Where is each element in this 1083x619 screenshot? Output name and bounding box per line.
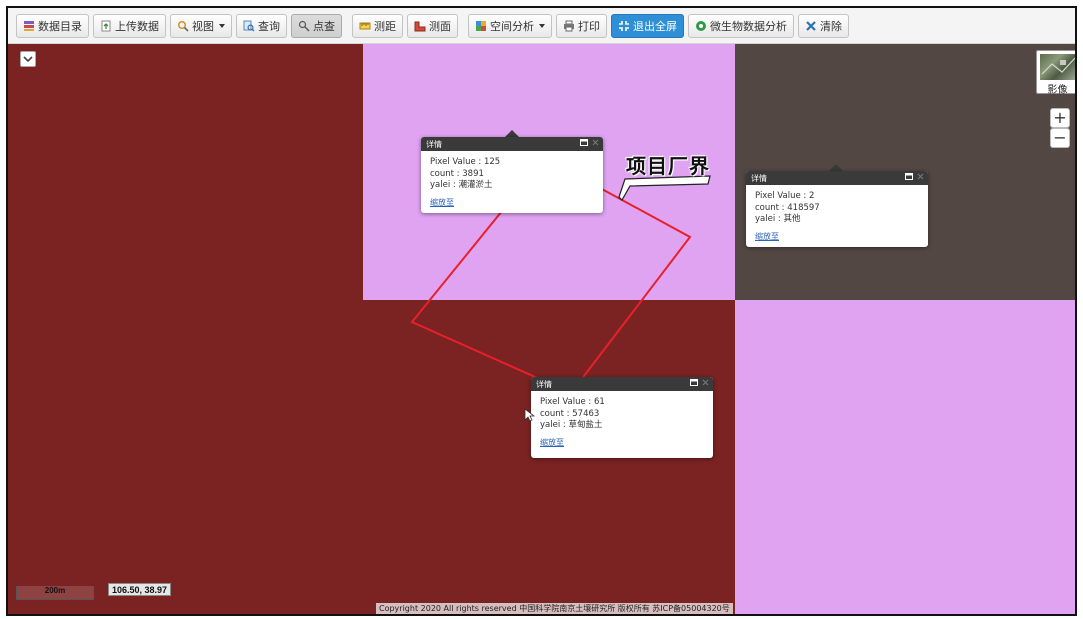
yalei-value: yalei : 潮灌淤土 <box>430 180 493 190</box>
chevron-down-icon <box>219 23 225 28</box>
popup-pointer <box>505 130 519 137</box>
exit-fullscreen-button[interactable]: 退出全屏 <box>611 13 684 38</box>
measure-area-label: 测面 <box>429 19 451 33</box>
yalei-value: yalei : 其他 <box>755 214 801 224</box>
maximize-icon[interactable] <box>690 379 698 386</box>
zoom-to-link[interactable]: 缩放至 <box>755 231 779 243</box>
clear-icon <box>805 20 817 32</box>
chevron-down-icon <box>539 23 545 28</box>
query-button[interactable]: 查询 <box>236 13 287 38</box>
point-query-button[interactable]: 点查 <box>291 13 342 38</box>
print-button[interactable]: 打印 <box>556 13 607 38</box>
info-popup: 详情 Pixel Value : 2 count : 418597 yalei … <box>746 171 928 247</box>
clear-button[interactable]: 清除 <box>798 13 849 38</box>
spatial-analysis-icon <box>475 20 487 32</box>
close-icon[interactable] <box>702 379 709 386</box>
popup-body: Pixel Value : 125 count : 3891 yalei : 潮… <box>421 151 603 215</box>
measure-distance-label: 测距 <box>374 19 396 33</box>
pixel-value: Pixel Value : 2 <box>755 191 815 201</box>
popup-header: 详情 <box>421 137 603 151</box>
close-icon[interactable] <box>592 139 599 146</box>
scale-label: 200m <box>44 586 66 595</box>
exit-fullscreen-icon <box>618 20 630 32</box>
coordinate-readout: 106.50, 38.97 <box>108 583 172 596</box>
zoom-out-button[interactable]: − <box>1050 128 1070 148</box>
maximize-icon[interactable] <box>580 139 588 146</box>
count-value: count : 418597 <box>755 202 820 213</box>
print-label: 打印 <box>578 19 600 33</box>
popup-body: Pixel Value : 61 count : 57463 yalei : 草… <box>531 391 713 455</box>
popup-title: 详情 <box>536 379 552 389</box>
pixel-value: Pixel Value : 61 <box>540 397 605 407</box>
popup-header: 详情 <box>531 377 713 391</box>
data-catalog-label: 数据目录 <box>38 19 82 33</box>
close-icon[interactable] <box>917 173 924 180</box>
layer-panel-toggle[interactable] <box>20 51 36 67</box>
exit-fullscreen-label: 退出全屏 <box>633 19 677 33</box>
zoom-in-button[interactable]: + <box>1050 108 1070 128</box>
project-boundary-label: 项目厂界 <box>626 154 710 178</box>
view-dropdown-button[interactable]: 视图 <box>170 13 232 38</box>
query-label: 查询 <box>258 19 280 33</box>
measure-distance-icon <box>359 20 371 32</box>
scale-bar: 200m <box>16 586 94 600</box>
map-canvas[interactable]: 项目厂界 影像 + − 详情 Pixel Value : 125 count:… <box>8 44 1075 614</box>
microbe-analysis-label: 微生物数据分析 <box>710 19 787 33</box>
maximize-icon[interactable] <box>905 173 913 180</box>
popup-title: 详情 <box>751 173 767 183</box>
pixel-value: Pixel Value : 125 <box>430 157 501 167</box>
basemap-switch[interactable]: 影像 <box>1036 50 1075 96</box>
upload-icon <box>100 20 112 32</box>
copyright-text: Copyright 2020 All rights reserved 中国科学院… <box>376 603 733 614</box>
boundary-layer <box>410 156 711 395</box>
measure-area-icon <box>414 20 426 32</box>
measure-area-button[interactable]: 测面 <box>407 13 458 38</box>
yalei-value: yalei : 草甸盐土 <box>540 420 603 430</box>
zoom-to-link[interactable]: 缩放至 <box>430 197 454 209</box>
toolbar: 数据目录 上传数据 视图 查询 点查 测距 测面 空间分析 打印 退出全屏 微生… <box>8 8 1075 44</box>
data-catalog-button[interactable]: 数据目录 <box>16 13 89 38</box>
clear-label: 清除 <box>820 19 842 33</box>
query-icon <box>243 20 255 32</box>
upload-data-label: 上传数据 <box>115 19 159 33</box>
print-icon <box>563 20 575 32</box>
popup-body: Pixel Value : 2 count : 418597 yalei : 其… <box>746 185 928 249</box>
database-icon <box>23 20 35 32</box>
cursor-icon <box>524 408 536 422</box>
info-popup: 详情 Pixel Value : 125 count : 3891 yalei … <box>421 137 603 213</box>
info-popup: 详情 Pixel Value : 61 count : 57463 yalei … <box>531 377 713 458</box>
popup-title: 详情 <box>426 139 442 149</box>
count-value: count : 3891 <box>430 168 484 179</box>
upload-data-button[interactable]: 上传数据 <box>93 13 166 38</box>
point-query-icon <box>298 20 310 32</box>
app-frame: 数据目录 上传数据 视图 查询 点查 测距 测面 空间分析 打印 退出全屏 微生… <box>6 6 1077 616</box>
count-value: count : 57463 <box>540 408 600 419</box>
point-query-label: 点查 <box>313 19 335 33</box>
microbe-analysis-button[interactable]: 微生物数据分析 <box>688 13 794 38</box>
basemap-label: 影像 <box>1047 85 1068 96</box>
zoom-to-link[interactable]: 缩放至 <box>540 437 564 449</box>
spatial-analysis-label: 空间分析 <box>490 19 534 33</box>
view-icon <box>177 20 189 32</box>
microbe-analysis-icon <box>695 20 707 32</box>
popup-pointer <box>829 164 843 171</box>
measure-distance-button[interactable]: 测距 <box>352 13 403 38</box>
annotation-callout-pointer <box>618 175 711 201</box>
chevron-down-icon <box>23 56 33 63</box>
satellite-thumbnail <box>1040 54 1075 80</box>
popup-header: 详情 <box>746 171 928 185</box>
view-label: 视图 <box>192 19 214 33</box>
spatial-analysis-dropdown-button[interactable]: 空间分析 <box>468 13 552 38</box>
